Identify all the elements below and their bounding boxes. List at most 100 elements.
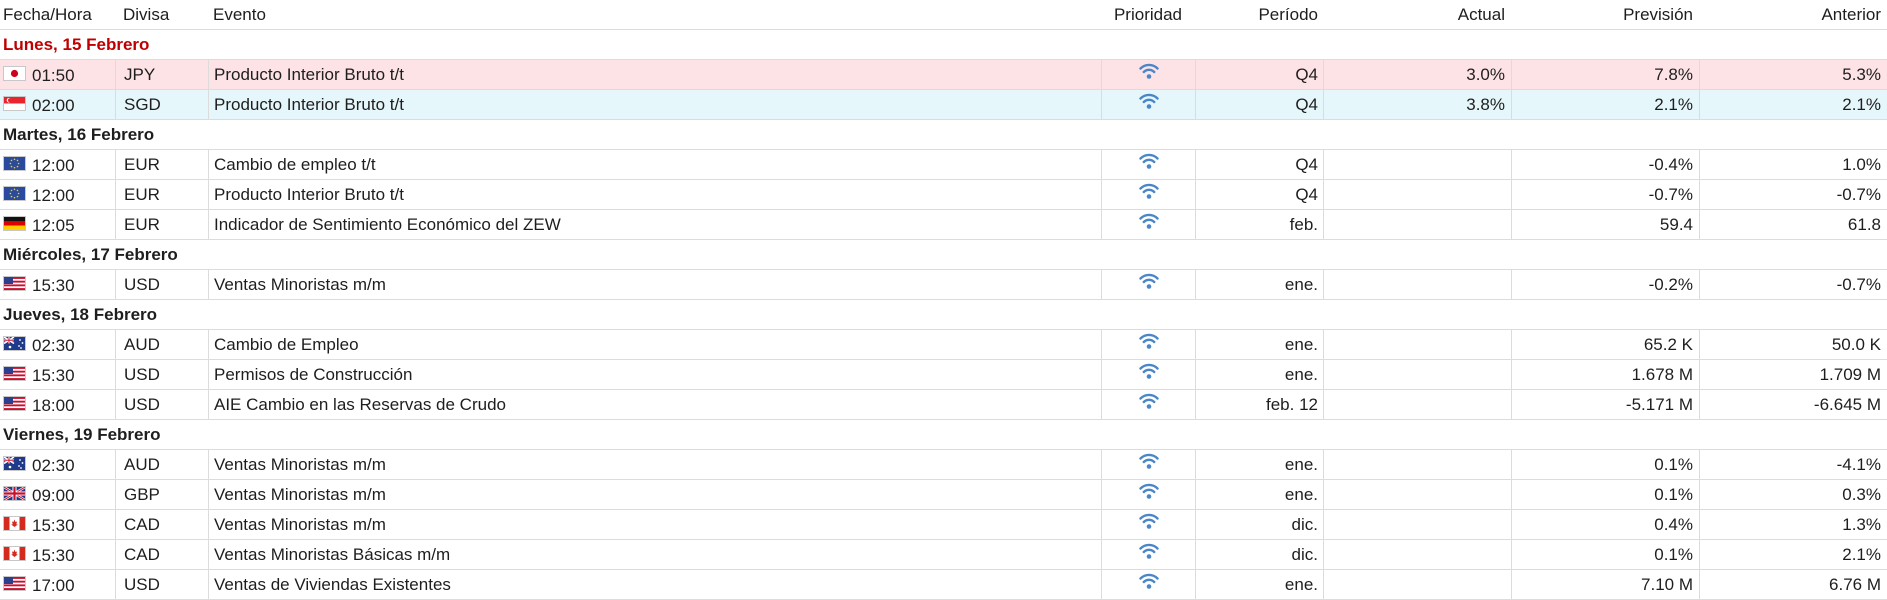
event-name: Ventas Minoristas m/m [208, 480, 1101, 509]
gb-flag-icon [3, 486, 26, 502]
event-time: 18:00 [32, 396, 75, 416]
actual-cell [1323, 360, 1511, 389]
priority-cell [1101, 540, 1195, 569]
currency-cell: USD [115, 390, 208, 419]
priority-cell [1101, 270, 1195, 299]
column-header-actual[interactable]: Actual [1323, 0, 1511, 29]
table-row[interactable]: 15:30 USD Permisos de Construcción ene. 1.67… [0, 360, 1887, 390]
day-label: Viernes, 19 Febrero [3, 425, 161, 444]
priority-cell [1101, 480, 1195, 509]
time-cell: 15:30 [0, 540, 115, 569]
priority-cell [1101, 90, 1195, 119]
table-row[interactable]: 02:30 AUD Ventas Minoristas m/m ene. 0.1% -4.… [0, 450, 1887, 480]
priority-cell [1101, 570, 1195, 599]
wifi-signal-icon [1138, 270, 1160, 299]
event-name: AIE Cambio en las Reservas de Crudo [208, 390, 1101, 419]
table-row[interactable]: 15:30 USD Ventas Minoristas m/m ene. -0.2% -0… [0, 270, 1887, 300]
currency-cell: EUR [115, 210, 208, 239]
forecast-cell: 7.10 M [1511, 570, 1699, 599]
wifi-signal-icon [1138, 210, 1160, 239]
ca-flag-icon [3, 546, 26, 562]
table-row[interactable]: 02:30 AUD Cambio de Empleo ene. 65.2 K 50.0 K [0, 330, 1887, 360]
currency-cell: SGD [115, 90, 208, 119]
wifi-signal-icon [1138, 180, 1160, 209]
previous-cell: -6.645 M [1699, 390, 1887, 419]
period-cell: Q4 [1195, 180, 1323, 209]
column-header-currency[interactable]: Divisa [115, 0, 208, 29]
table-row[interactable]: 01:50 JPY Producto Interior Bruto t/t Q4 3.0… [0, 60, 1887, 90]
table-row[interactable]: 15:30 CAD Ventas Minoristas m/m dic. 0.4% 1.3… [0, 510, 1887, 540]
time-cell: 15:30 [0, 270, 115, 299]
us-flag-icon [3, 576, 26, 592]
time-cell: 09:00 [0, 480, 115, 509]
table-row[interactable]: 09:00 GBP Ventas Minoristas m/m ene. 0.1% 0.3… [0, 480, 1887, 510]
actual-cell [1323, 450, 1511, 479]
time-cell: 02:30 [0, 330, 115, 359]
day-header-row: Viernes, 19 Febrero [0, 420, 1887, 450]
table-row[interactable]: 15:30 CAD Ventas Minoristas Básicas m/m dic… [0, 540, 1887, 570]
actual-cell: 3.8% [1323, 90, 1511, 119]
forecast-cell: 0.1% [1511, 450, 1699, 479]
wifi-signal-icon [1138, 570, 1160, 599]
period-cell: feb. [1195, 210, 1323, 239]
column-header-time[interactable]: Fecha/Hora [0, 0, 115, 29]
event-name: Cambio de Empleo [208, 330, 1101, 359]
actual-cell: 3.0% [1323, 60, 1511, 89]
time-cell: 02:30 [0, 450, 115, 479]
wifi-signal-icon [1138, 540, 1160, 569]
us-flag-icon [3, 366, 26, 382]
actual-cell [1323, 570, 1511, 599]
forecast-cell: 1.678 M [1511, 360, 1699, 389]
time-cell: 01:50 [0, 60, 115, 89]
period-cell: ene. [1195, 330, 1323, 359]
previous-cell: 6.76 M [1699, 570, 1887, 599]
event-name: Indicador de Sentimiento Económico del Z… [208, 210, 1101, 239]
event-time: 15:30 [32, 366, 75, 386]
event-name: Producto Interior Bruto t/t [208, 90, 1101, 119]
period-cell: ene. [1195, 480, 1323, 509]
currency-cell: AUD [115, 450, 208, 479]
priority-cell [1101, 150, 1195, 179]
day-header-row: Lunes, 15 Febrero [0, 30, 1887, 60]
previous-cell: 2.1% [1699, 90, 1887, 119]
previous-cell: 61.8 [1699, 210, 1887, 239]
time-cell: 12:00 [0, 180, 115, 209]
event-name: Producto Interior Bruto t/t [208, 60, 1101, 89]
period-cell: dic. [1195, 510, 1323, 539]
forecast-cell: 59.4 [1511, 210, 1699, 239]
table-row[interactable]: 18:00 USD AIE Cambio en las Reservas de Cr… [0, 390, 1887, 420]
event-time: 15:30 [32, 516, 75, 536]
event-time: 02:30 [32, 336, 75, 356]
column-header-forecast[interactable]: Previsión [1511, 0, 1699, 29]
forecast-cell: -0.2% [1511, 270, 1699, 299]
day-header-row: Miércoles, 17 Febrero [0, 240, 1887, 270]
period-cell: feb. 12 [1195, 390, 1323, 419]
time-cell: 02:00 [0, 90, 115, 119]
table-row[interactable]: 12:00 EUR Cambio de empleo t/t Q4 -0.4% 1.0% [0, 150, 1887, 180]
day-label: Martes, 16 Febrero [3, 125, 155, 144]
event-name: Ventas Minoristas m/m [208, 450, 1101, 479]
au-flag-icon [3, 336, 26, 352]
previous-cell: -0.7% [1699, 180, 1887, 209]
table-row[interactable]: 02:00 SGD Producto Interior Bruto t/t Q4 3.8… [0, 90, 1887, 120]
actual-cell [1323, 270, 1511, 299]
table-row[interactable]: 12:00 EUR Producto Interior Bruto t/t Q4 -0.… [0, 180, 1887, 210]
forecast-cell: 65.2 K [1511, 330, 1699, 359]
currency-cell: EUR [115, 150, 208, 179]
column-header-priority[interactable]: Prioridad [1101, 0, 1195, 29]
wifi-signal-icon [1138, 60, 1160, 89]
currency-cell: CAD [115, 510, 208, 539]
column-header-period[interactable]: Período [1195, 0, 1323, 29]
period-cell: dic. [1195, 540, 1323, 569]
table-row[interactable]: 12:05 EUR Indicador de Sentimiento Económi… [0, 210, 1887, 240]
us-flag-icon [3, 396, 26, 412]
previous-cell: -0.7% [1699, 270, 1887, 299]
currency-cell: USD [115, 270, 208, 299]
economic-calendar: Fecha/Hora Divisa Evento Prioridad Perío… [0, 0, 1887, 600]
wifi-signal-icon [1138, 150, 1160, 179]
column-header-previous[interactable]: Anterior [1699, 0, 1887, 29]
event-time: 02:30 [32, 456, 75, 476]
event-name: Producto Interior Bruto t/t [208, 180, 1101, 209]
column-header-event[interactable]: Evento [208, 0, 1101, 29]
previous-cell: -4.1% [1699, 450, 1887, 479]
